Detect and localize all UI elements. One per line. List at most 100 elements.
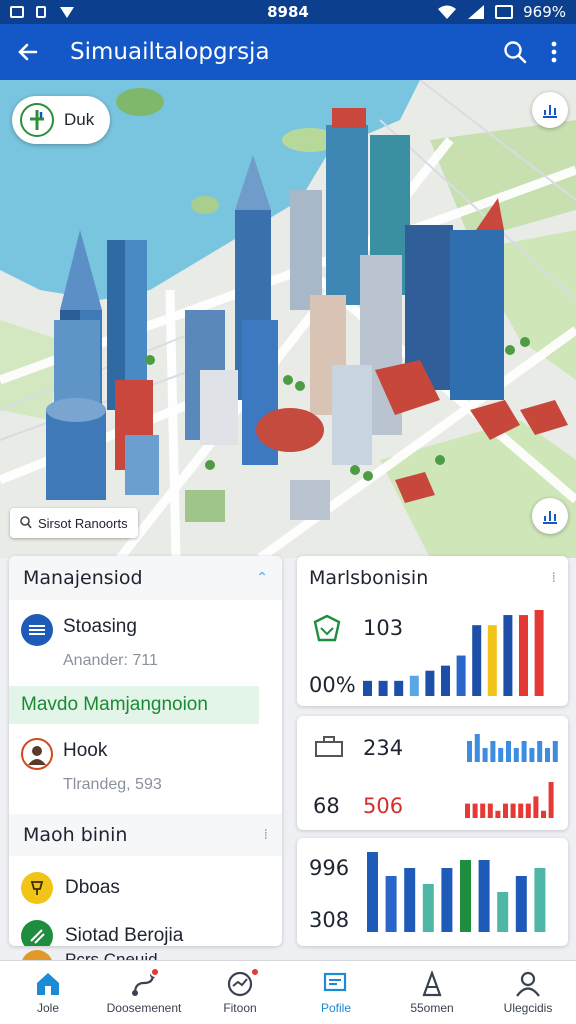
- map-layer-chip[interactable]: Duk: [12, 96, 111, 144]
- location-label[interactable]: Sirsot Ranoorts: [10, 508, 138, 538]
- user-icon: [516, 971, 540, 997]
- nav-item-routes[interactable]: Doosemenent: [96, 961, 192, 1024]
- nav-item-home[interactable]: Jole: [0, 961, 96, 1024]
- metrics-card[interactable]: 234 68 506: [297, 716, 568, 830]
- metrics-card[interactable]: 996 308: [297, 838, 568, 946]
- page-title: Simuailtalopgrsja: [70, 39, 270, 65]
- avatar: [21, 920, 53, 946]
- chart-bar: [498, 748, 504, 762]
- bottom-navigation: Jole Doosemenent Fitoon Pofile 55omen Ul…: [0, 960, 576, 1024]
- list-item-title: Dboas: [65, 877, 120, 898]
- panel-header: Manajensiod ⌃: [9, 556, 282, 600]
- wifi-icon: [438, 5, 457, 19]
- list-item[interactable]: Dboas: [9, 864, 282, 912]
- search-icon[interactable]: [502, 39, 528, 65]
- list-item-subtitle: Anander: 711: [63, 652, 158, 669]
- list-item[interactable]: Siotad Berojia: [9, 912, 282, 946]
- nav-item-account[interactable]: Ulegcidis: [480, 961, 576, 1024]
- chart-bar: [519, 615, 528, 696]
- chart-bar: [518, 803, 524, 818]
- nav-label: Pofile: [320, 1000, 352, 1015]
- chart-bar: [495, 810, 501, 818]
- chart-bar: [378, 680, 388, 696]
- chart-bar: [545, 748, 550, 762]
- bar-chart: [367, 852, 546, 932]
- collapse-icon[interactable]: ⌃: [256, 570, 268, 586]
- section-title: Maoh binin: [23, 824, 128, 846]
- location-label-text: Sirsot Ranoorts: [38, 515, 128, 531]
- nav-item-stats[interactable]: Fitoon: [192, 961, 288, 1024]
- chart-bar: [425, 670, 435, 696]
- nav-item-tower[interactable]: 55omen: [384, 961, 480, 1024]
- home-icon: [37, 972, 59, 995]
- nav-label: Doosemenent: [106, 1000, 182, 1015]
- avatar: [21, 738, 53, 770]
- notification-icon: [36, 6, 46, 18]
- map-illustration: [0, 80, 576, 558]
- app-bar: Simuailtalopgrsja: [0, 24, 576, 80]
- chart-bar: [503, 803, 508, 818]
- chat-icon: [323, 972, 347, 991]
- chart-bar: [474, 734, 480, 762]
- highlighted-item[interactable]: Mavdo Mamjangnoion: [9, 686, 259, 724]
- chart-bar: [482, 748, 488, 762]
- map-stats-button[interactable]: [532, 92, 568, 128]
- chart-bar: [510, 803, 516, 818]
- chart-bar: [529, 748, 535, 762]
- map-layers-button[interactable]: [532, 498, 568, 534]
- arrow-left-icon: [18, 43, 38, 61]
- chart-bar: [513, 748, 519, 762]
- briefcase-icon: [315, 736, 343, 757]
- chart-icon: [543, 511, 557, 524]
- chart-bar: [385, 876, 397, 932]
- chart-bar: [456, 655, 466, 696]
- app-icon: [60, 7, 74, 18]
- chart-bar: [472, 625, 482, 696]
- tower-icon: [422, 970, 442, 996]
- chart-bar: [480, 803, 486, 818]
- chart-bar: [490, 741, 496, 762]
- chart-bar: [497, 892, 509, 932]
- metric-percent: 00%: [309, 673, 356, 697]
- metrics-card[interactable]: Marlsbonisin ⁞ 103 00%: [297, 556, 568, 706]
- notification-badge: [249, 967, 260, 977]
- list-item-subtitle: Tlrandeg, 593: [63, 776, 162, 793]
- metric-value: 996: [309, 856, 350, 880]
- battery-icon: [495, 5, 514, 19]
- bar-chart: [465, 782, 554, 818]
- chart-bar: [534, 868, 546, 932]
- chart-bar: [548, 782, 554, 818]
- chart-icon: [543, 105, 557, 118]
- status-bar: 8984 969%: [0, 0, 576, 24]
- chart-bar: [472, 803, 478, 818]
- shield-icon: [313, 614, 341, 642]
- chart-bar: [515, 876, 527, 932]
- drag-handle-icon[interactable]: ⁞: [264, 827, 268, 843]
- more-vertical-icon[interactable]: [550, 40, 558, 64]
- list-item[interactable]: Hook Tlrandeg, 593: [9, 724, 282, 814]
- drag-handle-icon[interactable]: ⁞: [552, 570, 556, 586]
- section-header: Maoh binin ⁞: [9, 814, 282, 856]
- chart-bar: [533, 796, 539, 818]
- avatar: [21, 614, 53, 646]
- status-time: 8984: [267, 3, 309, 21]
- management-panel: Manajensiod ⌃ Stoasing Anander: 711 Mavd…: [9, 556, 282, 946]
- chart-bar: [465, 803, 470, 818]
- nav-label: Ulegcidis: [503, 1000, 553, 1015]
- chart-bar: [525, 803, 531, 818]
- metric-value: 308: [309, 908, 350, 932]
- chart-bar: [521, 741, 527, 762]
- metric-value: 234: [363, 736, 404, 760]
- notification-badge: [149, 967, 160, 977]
- metric-value: 68: [313, 794, 340, 818]
- panel-title: Manajensiod: [23, 567, 143, 589]
- city-map[interactable]: Duk Sirsot Ranoorts: [0, 80, 576, 558]
- bar-chart: [467, 734, 558, 762]
- list-item[interactable]: Stoasing Anander: 711: [9, 600, 282, 686]
- notification-icon: [10, 6, 24, 18]
- chart-bar: [422, 884, 434, 932]
- nav-item-profile[interactable]: Pofile: [288, 961, 384, 1024]
- back-button[interactable]: [0, 24, 56, 80]
- chart-bar: [404, 868, 416, 932]
- chart-bar: [394, 680, 404, 696]
